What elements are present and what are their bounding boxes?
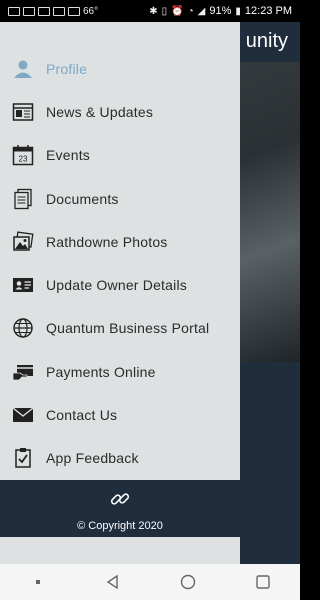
- envelope-icon: [12, 404, 34, 426]
- calendar-icon: 23: [12, 144, 34, 166]
- photos-icon: [12, 231, 34, 253]
- home-icon[interactable]: [168, 567, 208, 597]
- link-icon[interactable]: [108, 487, 132, 511]
- menu-item-update-owner-details[interactable]: Update Owner Details: [0, 263, 240, 306]
- notification-icon: [53, 6, 65, 16]
- notification-icon: [23, 6, 35, 16]
- notification-icon: [68, 6, 80, 16]
- bluetooth-icon: ✱: [149, 5, 158, 17]
- clipboard-check-icon: [12, 447, 34, 469]
- menu-item-events[interactable]: 23 Events: [0, 134, 240, 177]
- menu-item-label: Contact Us: [46, 407, 118, 424]
- payment-icon: [12, 361, 34, 383]
- vibrate-icon: ▯: [161, 5, 168, 17]
- navigation-drawer: Profile News & Updates 23 Events Documen…: [0, 22, 240, 564]
- drawer-footer: © Copyright 2020: [0, 480, 240, 537]
- status-bar: 66° ✱ ▯ ⏰ ◔ ◢ 91% ▮ 12:23 PM: [0, 0, 300, 22]
- weather-temp: 66°: [83, 5, 99, 17]
- overview-icon[interactable]: [243, 567, 283, 597]
- calendar-day: 23: [19, 155, 28, 164]
- menu-item-profile[interactable]: Profile: [0, 47, 240, 90]
- notification-icon: [8, 6, 20, 16]
- menu-item-label: Events: [46, 147, 90, 164]
- notification-icon: [38, 6, 50, 16]
- menu-item-news-updates[interactable]: News & Updates: [0, 90, 240, 133]
- menu-item-contact-us[interactable]: Contact Us: [0, 393, 240, 436]
- documents-icon: [12, 188, 34, 210]
- signal-icon: ◢: [197, 5, 206, 17]
- recents-dot-icon[interactable]: [18, 567, 58, 597]
- menu-item-label: Rathdowne Photos: [46, 233, 168, 250]
- id-card-icon: [12, 274, 34, 296]
- menu-item-app-feedback[interactable]: App Feedback: [0, 437, 240, 480]
- menu-item-label: Profile: [46, 60, 88, 77]
- menu-item-quantum-business-portal[interactable]: Quantum Business Portal: [0, 307, 240, 350]
- drawer-menu: Profile News & Updates 23 Events Documen…: [0, 22, 240, 480]
- back-icon[interactable]: [93, 567, 133, 597]
- menu-item-label: App Feedback: [46, 450, 139, 467]
- notification-icons: 66°: [8, 6, 98, 17]
- clock: 12:23 PM: [244, 5, 292, 17]
- menu-item-payments-online[interactable]: Payments Online: [0, 350, 240, 393]
- menu-item-label: Documents: [46, 190, 119, 207]
- menu-item-rathdowne-photos[interactable]: Rathdowne Photos: [0, 220, 240, 263]
- battery-icon: ▮: [235, 5, 241, 17]
- menu-item-label: Payments Online: [46, 363, 156, 380]
- menu-item-label: Quantum Business Portal: [46, 320, 210, 337]
- menu-item-label: News & Updates: [46, 103, 154, 120]
- copyright-text: © Copyright 2020: [77, 520, 163, 532]
- wifi-icon: ◔: [187, 5, 194, 17]
- alarm-icon: ⏰: [171, 5, 184, 17]
- menu-item-documents[interactable]: Documents: [0, 177, 240, 220]
- battery-percent: 91%: [209, 5, 232, 17]
- person-icon: [12, 58, 34, 80]
- newspaper-icon: [12, 101, 34, 123]
- app-title: unity: [245, 30, 288, 52]
- menu-item-label: Update Owner Details: [46, 277, 187, 294]
- system-nav-bar: [0, 564, 300, 600]
- globe-icon: [12, 317, 34, 339]
